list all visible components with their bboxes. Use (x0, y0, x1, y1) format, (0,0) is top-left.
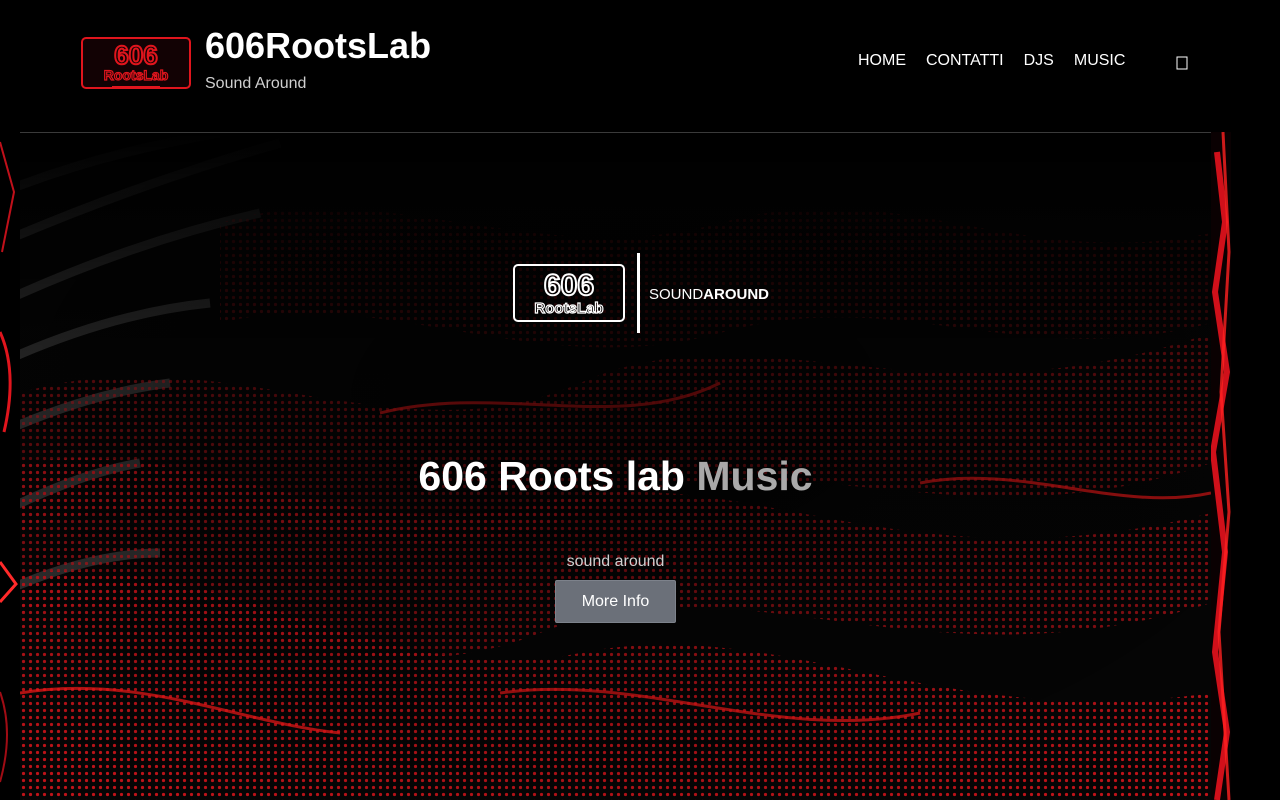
site-logo[interactable]: 606 RootsLab (80, 36, 192, 94)
right-wave-decoration (1209, 132, 1280, 800)
site-title[interactable]: 606RootsLab (205, 26, 431, 66)
site-logo-wordmark: RootsLab (104, 67, 169, 83)
nav-item-contatti[interactable]: CONTATTI (916, 50, 1014, 72)
left-wave-decoration (0, 132, 22, 800)
hero-brand-wordmark: RootsLab (534, 300, 603, 317)
hero-subtitle: sound around (566, 553, 665, 570)
hero-brand-sound: SOUNDAROUND (649, 286, 769, 303)
site-tagline: Sound Around (205, 75, 307, 92)
hero-slider: 606 RootsLab SOUNDAROUND 606 Roots lab M… (20, 131, 1211, 800)
hero-heading-main: 606 Roots lab (418, 453, 685, 499)
nav-item-djs[interactable]: DJS (1014, 50, 1064, 72)
site-logo-mark: 606 (114, 40, 157, 70)
main-nav: HOME CONTATTI DJS MUSIC (848, 50, 1135, 72)
hero-brand-logo: 606 RootsLab SOUNDAROUND (513, 253, 769, 333)
more-info-button[interactable]: More Info (555, 580, 676, 623)
nav-item-music[interactable]: MUSIC (1064, 50, 1136, 72)
hero-heading: 606 Roots lab Music (20, 451, 1211, 501)
search-icon[interactable] (1175, 55, 1189, 71)
hero-heading-accent: Music (696, 453, 813, 499)
nav-item-home[interactable]: HOME (848, 50, 916, 72)
site-header: 606 RootsLab 606RootsLab Sound Around HO… (0, 0, 1280, 132)
hero-brand-mark: 606 (544, 269, 594, 302)
